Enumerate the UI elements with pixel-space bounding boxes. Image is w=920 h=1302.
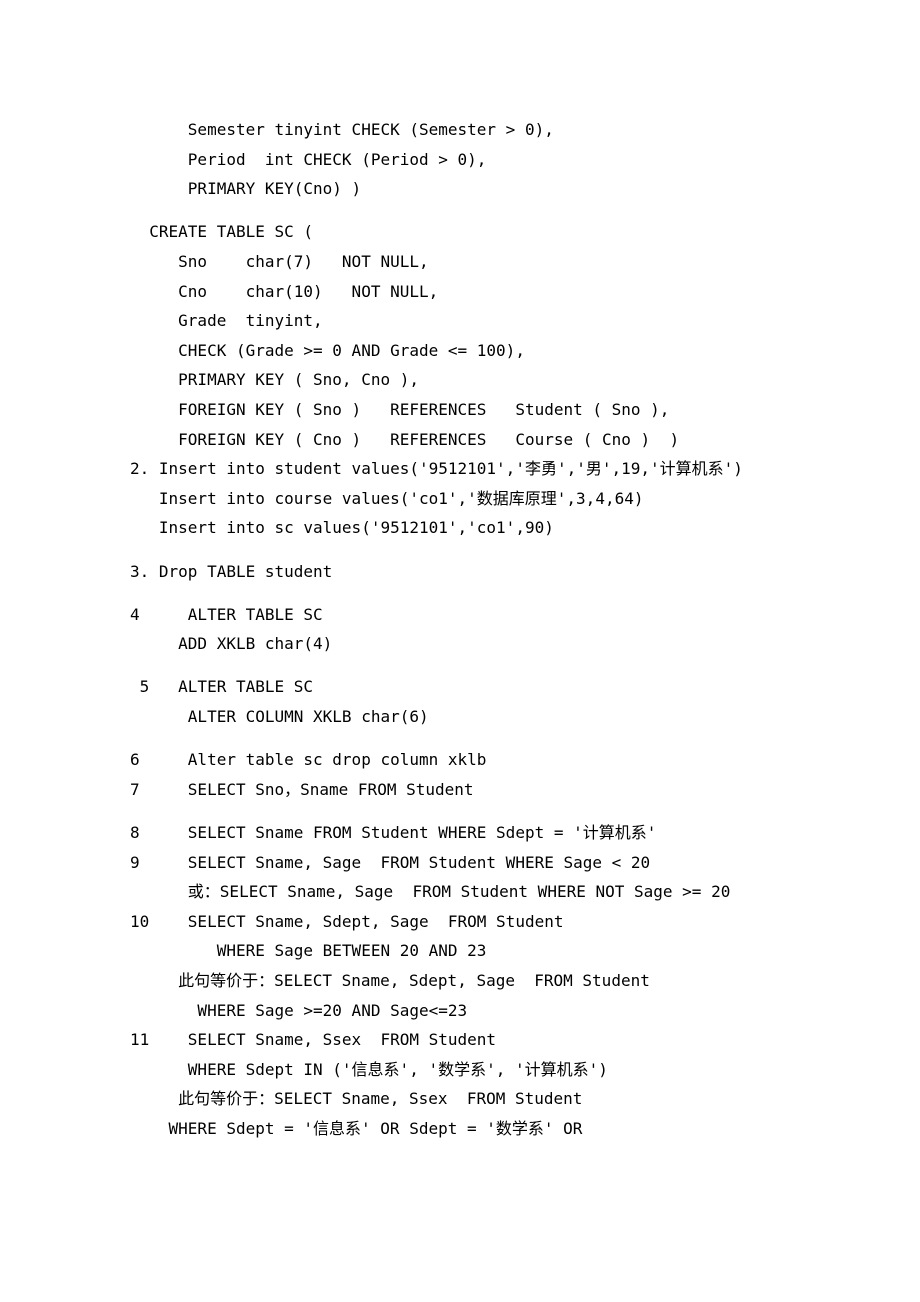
text-line: 此句等价于：SELECT Sname, Ssex FROM Student [130, 1084, 900, 1114]
text-line: 8 SELECT Sname FROM Student WHERE Sdept … [130, 818, 900, 848]
text-line: Semester tinyint CHECK (Semester > 0), [130, 115, 900, 145]
text-line: FOREIGN KEY ( Cno ) REFERENCES Course ( … [130, 425, 900, 455]
text-line: FOREIGN KEY ( Sno ) REFERENCES Student (… [130, 395, 900, 425]
text-line: Sno char(7) NOT NULL, [130, 247, 900, 277]
text-line: Grade tinyint, [130, 306, 900, 336]
text-line: 6 Alter table sc drop column xklb [130, 745, 900, 775]
text-line: 4 ALTER TABLE SC [130, 600, 900, 630]
text-line: ADD XKLB char(4) [130, 629, 900, 659]
text-line: 9 SELECT Sname, Sage FROM Student WHERE … [130, 848, 900, 878]
text-line: Period int CHECK (Period > 0), [130, 145, 900, 175]
text-line: Insert into sc values('9512101','co1',90… [130, 513, 900, 543]
text-line: 3. Drop TABLE student [130, 557, 900, 587]
text-line: Cno char(10) NOT NULL, [130, 277, 900, 307]
text-line: 此句等价于：SELECT Sname, Sdept, Sage FROM Stu… [130, 966, 900, 996]
blank-line [130, 659, 900, 673]
text-line: WHERE Sdept IN ('信息系', '数学系', '计算机系') [130, 1055, 900, 1085]
text-line: CREATE TABLE SC ( [130, 217, 900, 247]
text-line: 2. Insert into student values('9512101',… [130, 454, 900, 484]
text-line: WHERE Sage >=20 AND Sage<=23 [130, 996, 900, 1026]
text-line: Insert into course values('co1','数据库原理',… [130, 484, 900, 514]
blank-line [130, 804, 900, 818]
text-line: 11 SELECT Sname, Ssex FROM Student [130, 1025, 900, 1055]
document-body: Semester tinyint CHECK (Semester > 0), P… [130, 115, 900, 1144]
document-page: Semester tinyint CHECK (Semester > 0), P… [0, 0, 920, 1302]
text-line: WHERE Sage BETWEEN 20 AND 23 [130, 936, 900, 966]
text-line: PRIMARY KEY ( Sno, Cno ), [130, 365, 900, 395]
blank-line [130, 732, 900, 746]
text-line: CHECK (Grade >= 0 AND Grade <= 100), [130, 336, 900, 366]
text-line: PRIMARY KEY(Cno) ) [130, 174, 900, 204]
text-line: 或：SELECT Sname, Sage FROM Student WHERE … [130, 877, 900, 907]
text-line: WHERE Sdept = '信息系' OR Sdept = '数学系' OR [130, 1114, 900, 1144]
text-line: 7 SELECT Sno，Sname FROM Student [130, 775, 900, 805]
blank-line [130, 543, 900, 557]
text-line: 10 SELECT Sname, Sdept, Sage FROM Studen… [130, 907, 900, 937]
blank-line [130, 586, 900, 600]
text-line: 5 ALTER TABLE SC [130, 672, 900, 702]
text-line: ALTER COLUMN XKLB char(6) [130, 702, 900, 732]
blank-line [130, 204, 900, 218]
